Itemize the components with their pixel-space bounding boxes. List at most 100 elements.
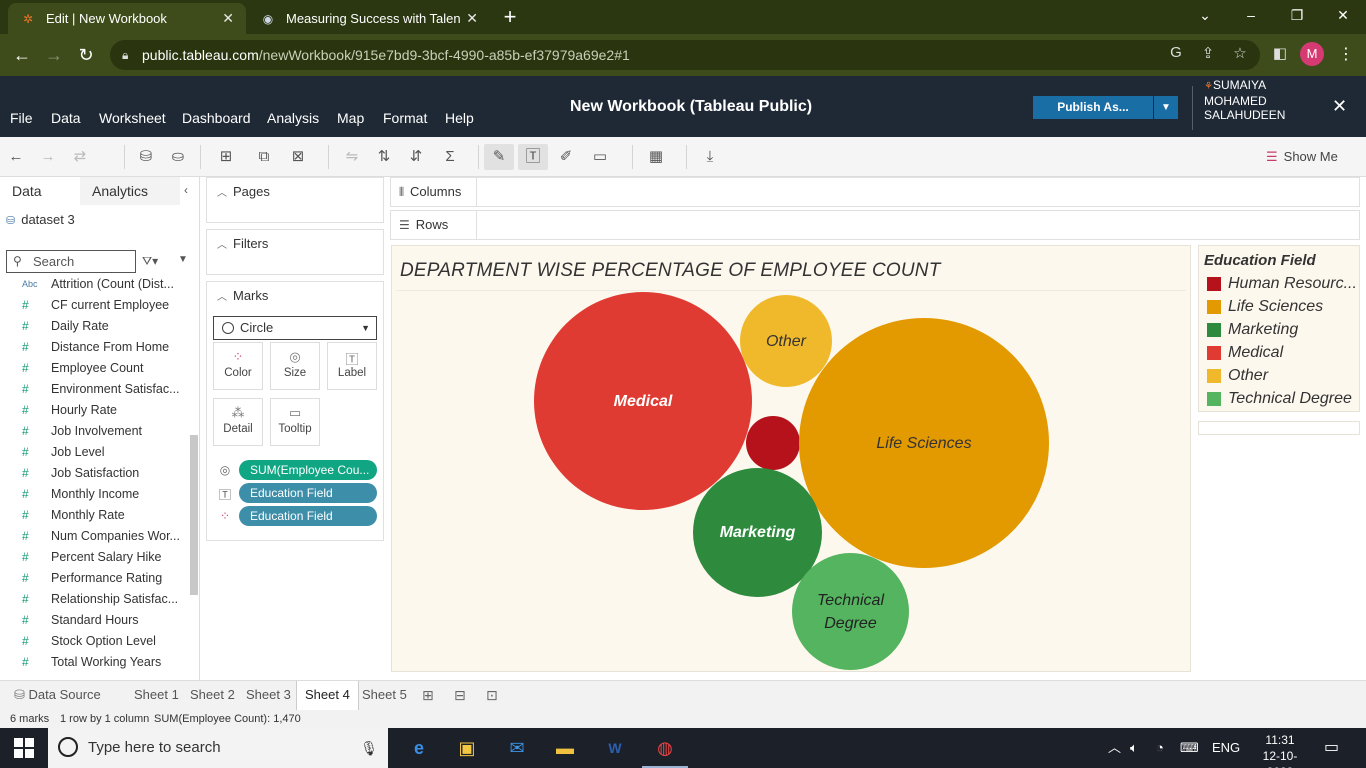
menu-format[interactable]: Format <box>383 110 427 126</box>
wifi-icon[interactable]: ◔ <box>1156 728 1164 768</box>
keyboard-icon[interactable]: ⌨ <box>1180 728 1199 768</box>
collapse-pane-icon[interactable]: ‹ <box>184 183 188 197</box>
sum-employee-count-pill[interactable]: SUM(Employee Cou... <box>239 460 377 480</box>
close-window-icon[interactable]: ✕ <box>1320 0 1366 30</box>
new-worksheet-icon[interactable]: ⊞ <box>214 148 238 166</box>
detail-button[interactable]: ⁂ Detail <box>213 398 263 446</box>
mail-icon[interactable]: ✉ <box>502 734 532 762</box>
field-item[interactable]: # Standard Hours <box>0 610 190 631</box>
legend-item[interactable]: Life Sciences <box>1207 297 1356 317</box>
undo-icon[interactable]: ← <box>4 148 28 166</box>
field-item[interactable]: # Total Working Years <box>0 652 190 673</box>
restore-window-icon[interactable]: ❐ <box>1274 0 1320 30</box>
redo-icon[interactable]: → <box>36 148 60 166</box>
new-story-tab-icon[interactable]: ⊡ <box>486 687 498 704</box>
sheet-tab[interactable]: Sheet 5 <box>354 681 415 710</box>
field-options-dropdown-icon[interactable]: ▼ <box>178 254 188 265</box>
field-item[interactable]: # Environment Satisfac... <box>0 379 190 400</box>
new-data-source-icon[interactable]: ⛁ <box>134 148 158 166</box>
field-item[interactable]: # Employee Count <box>0 358 190 379</box>
collapse-caret-icon[interactable]: ︿ <box>217 240 227 251</box>
color-button[interactable]: ⁘ Color <box>213 342 263 390</box>
totals-sigma-icon[interactable]: Σ <box>438 148 462 166</box>
field-item[interactable]: # Monthly Rate <box>0 505 190 526</box>
publish-dropdown-icon[interactable]: ▼ <box>1154 96 1178 119</box>
close-editor-icon[interactable]: ✕ <box>1332 96 1347 117</box>
menu-help[interactable]: Help <box>445 110 474 126</box>
filter-fields-icon[interactable]: ⛛▾ <box>142 254 158 269</box>
legend-item[interactable]: Medical <box>1207 343 1356 363</box>
new-worksheet-tab-icon[interactable]: ⊞ <box>422 687 434 704</box>
pages-card[interactable]: ︿ Pages <box>206 177 384 223</box>
education-field-color-pill[interactable]: Education Field <box>239 506 377 526</box>
field-item[interactable]: # CF current Employee <box>0 295 190 316</box>
tab-data[interactable]: Data <box>0 177 80 205</box>
field-item[interactable]: Abc Attrition (Count (Dist... <box>0 274 190 295</box>
menu-data[interactable]: Data <box>51 110 81 126</box>
close-tab-icon[interactable]: ✕ <box>466 10 478 27</box>
pause-updates-icon[interactable]: ⛀ <box>166 148 190 166</box>
collapse-caret-icon[interactable]: ︿ <box>217 188 227 199</box>
volume-icon[interactable]: 🔈︎ <box>1130 728 1138 768</box>
sheet-tab[interactable]: Sheet 3 <box>238 681 299 710</box>
taskbar-search-input[interactable]: Type here to search 🎙︎ <box>48 728 388 768</box>
field-item[interactable]: # Relationship Satisfac... <box>0 589 190 610</box>
field-item[interactable]: # Distance From Home <box>0 337 190 358</box>
reload-icon[interactable]: ↻ <box>74 43 98 67</box>
menu-analysis[interactable]: Analysis <box>267 110 319 126</box>
format-workbook-icon[interactable]: ✐ <box>554 148 578 166</box>
back-arrow-icon[interactable]: ← <box>10 43 34 67</box>
menu-file[interactable]: File <box>10 110 33 126</box>
field-item[interactable]: # Daily Rate <box>0 316 190 337</box>
bubble-technical-degree[interactable]: Technical Degree <box>792 553 909 670</box>
side-panel-icon[interactable]: ◧ <box>1270 44 1290 62</box>
close-tab-icon[interactable]: ✕ <box>222 10 234 27</box>
store-bag-icon[interactable]: ▣ <box>452 734 482 762</box>
filters-card[interactable]: ︿ Filters <box>206 229 384 275</box>
size-button[interactable]: ◎ Size <box>270 342 320 390</box>
tab-analytics[interactable]: Analytics <box>80 177 180 205</box>
tooltip-button[interactable]: ▭ Tooltip <box>270 398 320 446</box>
sheet-tab[interactable]: Sheet 4 <box>296 681 359 710</box>
legend-item[interactable]: Other <box>1207 366 1356 386</box>
new-tab-plus-icon[interactable]: + <box>498 4 522 30</box>
field-item[interactable]: # Hourly Rate <box>0 400 190 421</box>
sort-ascending-icon[interactable]: ⇅ <box>372 148 396 166</box>
legend-item[interactable]: Human Resourc... <box>1207 274 1356 294</box>
profile-avatar[interactable]: M <box>1300 42 1324 66</box>
publish-as-button[interactable]: Publish As... <box>1033 96 1153 119</box>
field-item[interactable]: # Job Level <box>0 442 190 463</box>
columns-shelf[interactable]: ⫴ Columns <box>390 177 1360 207</box>
data-source-tab[interactable]: ⛁ Data Source <box>6 681 109 710</box>
chrome-icon[interactable]: ◍ <box>642 734 688 768</box>
clock[interactable]: 11:31 12-10-2023 <box>1258 732 1302 768</box>
sheet-tab[interactable]: Sheet 2 <box>182 681 243 710</box>
field-item[interactable]: # Num Companies Wor... <box>0 526 190 547</box>
fit-view-icon[interactable]: ▭ <box>588 148 612 166</box>
bookmark-star-icon[interactable]: ☆ <box>1230 44 1250 62</box>
menu-dashboard[interactable]: Dashboard <box>182 110 251 126</box>
swap-rows-columns-icon[interactable]: ⇋ <box>340 148 364 166</box>
word-icon[interactable]: W <box>600 734 630 762</box>
browser-menu-icon[interactable]: ⋮ <box>1338 44 1354 64</box>
google-icon[interactable]: G <box>1166 44 1186 61</box>
mark-type-select[interactable]: Circle ▼ <box>213 316 377 340</box>
forward-arrow-icon[interactable]: → <box>42 43 66 67</box>
collapse-caret-icon[interactable]: ︿ <box>217 292 227 303</box>
education-field-label-pill[interactable]: Education Field <box>239 483 377 503</box>
language-indicator[interactable]: ENG <box>1212 728 1240 768</box>
highlight-pen-icon[interactable]: ✎ <box>484 144 514 170</box>
browser-tab-measuring-success[interactable]: ◉ Measuring Success with Talent M ✕ <box>248 3 490 34</box>
file-explorer-icon[interactable]: ▬ <box>550 734 580 762</box>
field-item[interactable]: # Job Satisfaction <box>0 463 190 484</box>
menu-worksheet[interactable]: Worksheet <box>99 110 166 126</box>
label-button[interactable]: 🅃︎ Label <box>327 342 377 390</box>
clear-sheet-icon[interactable]: ⊠ <box>286 148 310 166</box>
edge-browser-icon[interactable]: e <box>404 734 434 762</box>
user-name[interactable]: ⚘SUMAIYA MOHAMED SALAHUDEEN <box>1204 78 1294 122</box>
menu-map[interactable]: Map <box>337 110 364 126</box>
new-dashboard-tab-icon[interactable]: ⊟ <box>454 687 466 704</box>
browser-tab-edit-workbook[interactable]: ✲ Edit | New Workbook ✕ <box>8 3 246 34</box>
bubble-human-resources[interactable] <box>746 416 800 470</box>
notifications-icon[interactable]: ▭ <box>1324 728 1339 768</box>
